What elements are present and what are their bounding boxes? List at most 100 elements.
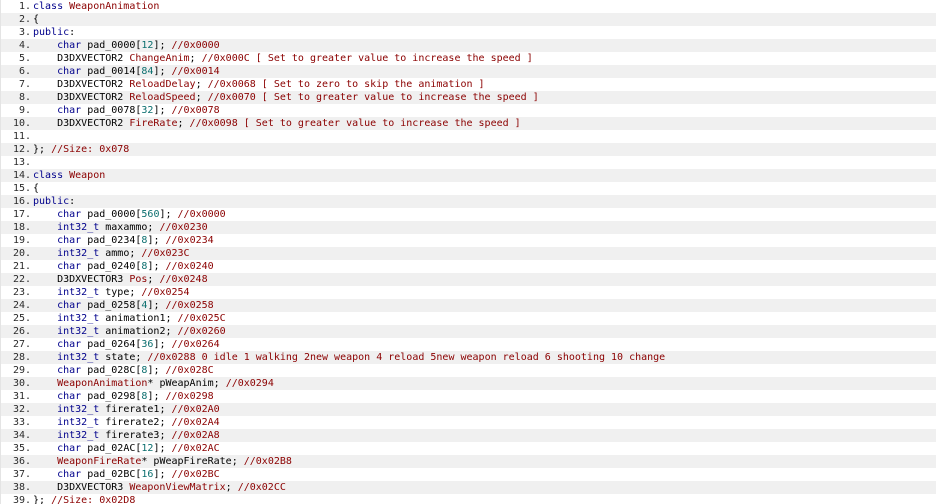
code-text: char pad_0240[8]; //0x0240 [33,260,936,273]
code-token: }; [33,144,52,155]
code-token: int32_t [57,417,100,428]
code-token: int32_t [57,430,100,441]
code-token: ReloadDelay [129,79,196,90]
code-token: 36 [141,339,154,350]
line-number: 4. [18,40,31,51]
code-line: 7. D3DXVECTOR2 ReloadDelay; //0x0068 [ S… [0,78,936,91]
line-number: 8. [18,92,31,103]
code-line: 27. char pad_0264[36]; //0x0264 [0,338,936,351]
code-token: Weapon [69,170,106,181]
code-token: //0x0288 0 idle 1 walking 2new weapon 4 … [147,352,666,363]
line-number: 38. [12,482,31,493]
code-token: 12 [141,443,154,454]
code-text: D3DXVECTOR2 FireRate; //0x0098 [ Set to … [33,117,936,130]
code-text: D3DXVECTOR3 Pos; //0x0248 [33,273,936,286]
line-number: 2. [18,14,31,25]
code-token: D3DXVECTOR2 [33,79,130,90]
code-token: ; [225,482,238,493]
code-token: ; [177,118,190,129]
code-token: }; [33,495,52,504]
code-token: int32_t [57,313,100,324]
code-line: 1. class WeaponAnimation [0,0,936,13]
code-line: 16. public: [0,195,936,208]
line-number: 37. [12,469,31,480]
code-token: ]; [147,300,166,311]
code-line: 38. D3DXVECTOR3 WeaponViewMatrix; //0x02… [0,481,936,494]
code-token: ]; [147,235,166,246]
code-token: ChangeAnim [129,53,190,64]
code-text: char pad_0000[12]; //0x0000 [33,39,936,52]
code-text: char pad_0078[32]; //0x0078 [33,104,936,117]
code-token: //0x02A8 [171,430,220,441]
code-text: int32_t type; //0x0254 [33,286,936,299]
code-token: 16 [141,469,154,480]
code-token: pad_028C[ [81,365,142,376]
code-token: int32_t [57,404,100,415]
code-line: 29. char pad_028C[8]; //0x028C [0,364,936,377]
line-number: 23. [12,287,31,298]
code-token: ; [195,92,208,103]
code-token: pad_0298[ [81,391,142,402]
code-line: 19. char pad_0234[8]; //0x0234 [0,234,936,247]
code-line: 11. [0,130,936,143]
code-token: pad_02BC[ [81,469,142,480]
code-token: char [57,40,82,51]
code-token: ]; [153,469,172,480]
code-token: maxammo; [99,222,160,233]
code-line: 10. D3DXVECTOR2 FireRate; //0x0098 [ Set… [0,117,936,130]
code-token: char [57,209,82,220]
code-token: pad_02AC[ [81,443,142,454]
code-token: int32_t [57,287,100,298]
code-line: 24. char pad_0258[4]; //0x0258 [0,299,936,312]
line-number: 7. [18,79,31,90]
line-number: 5. [18,53,31,64]
code-token: ]; [153,40,172,51]
code-token: : [69,196,76,207]
line-number: 27. [12,339,31,350]
line-number: 24. [12,300,31,311]
code-text: D3DXVECTOR2 ReloadSpeed; //0x0070 [ Set … [33,91,936,104]
code-token: //0x0000 [171,40,220,51]
code-token: ReloadSpeed [129,92,196,103]
code-token: ]; [153,105,172,116]
code-token: //0x0298 [165,391,214,402]
code-token: pad_0014[ [81,66,142,77]
code-text: { [33,13,936,26]
code-token: ]; [147,261,166,272]
code-token: int32_t [57,352,100,363]
code-token: WeaponAnimation [69,1,160,12]
code-token: animation2; [99,326,178,337]
line-number: 20. [12,248,31,259]
line-number: 18. [12,222,31,233]
line-number: 21. [12,261,31,272]
code-text: WeaponFireRate* pWeapFireRate; //0x02B8 [33,455,936,468]
code-token: //0x0258 [165,300,214,311]
line-number: 35. [12,443,31,454]
line-number: 3. [18,27,31,38]
code-token: public [33,196,70,207]
code-token: //0x0014 [171,66,220,77]
code-text: int32_t maxammo; //0x0230 [33,221,936,234]
code-token: ]; [153,339,172,350]
code-line: 28. int32_t state; //0x0288 0 idle 1 wal… [0,351,936,364]
code-token: ]; [153,443,172,454]
code-token: char [57,105,82,116]
line-number: 25. [12,313,31,324]
code-line: 34. int32_t firerate3; //0x02A8 [0,429,936,442]
code-token: class [33,170,70,181]
code-line: 37. char pad_02BC[16]; //0x02BC [0,468,936,481]
code-token: //0x0000 [177,209,226,220]
code-token: //0x0070 [ Set to greater value to incre… [207,92,539,103]
code-token: ]; [153,66,172,77]
